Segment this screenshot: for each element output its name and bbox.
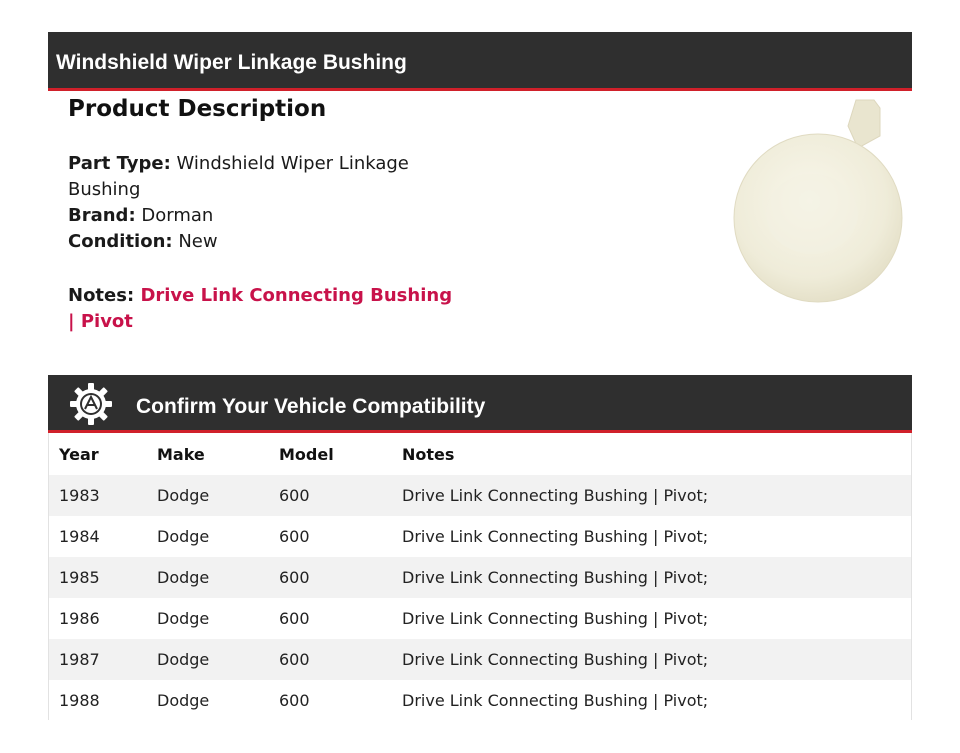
cell-make: Dodge — [157, 650, 210, 669]
condition-label: Condition: — [68, 231, 173, 252]
table-row: 1983 Dodge 600 Drive Link Connecting Bus… — [49, 475, 911, 516]
cell-notes: Drive Link Connecting Bushing | Pivot; — [402, 650, 709, 669]
cell-model: 600 — [279, 650, 310, 669]
product-specs: Part Type: Windshield Wiper Linkage Bush… — [68, 151, 448, 255]
bushing-product-image — [733, 99, 903, 303]
cell-year: 1986 — [59, 609, 100, 628]
column-notes: Notes — [402, 444, 455, 464]
cell-model: 600 — [279, 568, 310, 587]
column-make: Make — [157, 444, 205, 464]
cell-make: Dodge — [157, 691, 210, 710]
product-notes: Notes: Drive Link Connecting Bushing | P… — [68, 283, 458, 335]
cell-make: Dodge — [157, 527, 210, 546]
compatibility-table: Year Make Model Notes 1983 Dodge 600 Dri… — [48, 433, 912, 721]
brand-value: Dorman — [141, 205, 214, 226]
cell-year: 1988 — [59, 691, 100, 710]
cell-notes: Drive Link Connecting Bushing | Pivot; — [402, 691, 709, 710]
product-title: Windshield Wiper Linkage Bushing — [56, 51, 407, 74]
cell-make: Dodge — [157, 568, 210, 587]
cell-notes: Drive Link Connecting Bushing | Pivot; — [402, 486, 709, 505]
table-row: 1984 Dodge 600 Drive Link Connecting Bus… — [49, 516, 911, 557]
table-header-row: Year Make Model Notes — [49, 433, 911, 475]
table-row: 1987 Dodge 600 Drive Link Connecting Bus… — [49, 639, 911, 680]
cell-model: 600 — [279, 527, 310, 546]
compatibility-title: Confirm Your Vehicle Compatibility — [136, 395, 486, 418]
cell-model: 600 — [279, 691, 310, 710]
cell-notes: Drive Link Connecting Bushing | Pivot; — [402, 568, 709, 587]
part-type-label: Part Type: — [68, 153, 171, 174]
product-description-heading: Product Description — [68, 96, 327, 122]
table-row: 1986 Dodge 600 Drive Link Connecting Bus… — [49, 598, 911, 639]
cell-model: 600 — [279, 609, 310, 628]
notes-label: Notes: — [68, 285, 135, 306]
column-model: Model — [279, 444, 334, 464]
table-row: 1988 Dodge 600 Drive Link Connecting Bus… — [49, 680, 911, 721]
table-row: 1985 Dodge 600 Drive Link Connecting Bus… — [49, 557, 911, 598]
compatibility-bar: Confirm Your Vehicle Compatibility — [48, 375, 912, 433]
brand-label: Brand: — [68, 205, 136, 226]
cell-notes: Drive Link Connecting Bushing | Pivot; — [402, 609, 709, 628]
cell-year: 1987 — [59, 650, 100, 669]
cell-make: Dodge — [157, 486, 210, 505]
condition-value: New — [178, 231, 218, 252]
cell-year: 1985 — [59, 568, 100, 587]
cell-model: 600 — [279, 486, 310, 505]
cell-year: 1984 — [59, 527, 100, 546]
cell-make: Dodge — [157, 609, 210, 628]
cell-notes: Drive Link Connecting Bushing | Pivot; — [402, 527, 709, 546]
column-year: Year — [59, 444, 99, 464]
product-title-bar: Windshield Wiper Linkage Bushing — [48, 32, 912, 91]
gear-icon — [70, 383, 112, 425]
cell-year: 1983 — [59, 486, 100, 505]
